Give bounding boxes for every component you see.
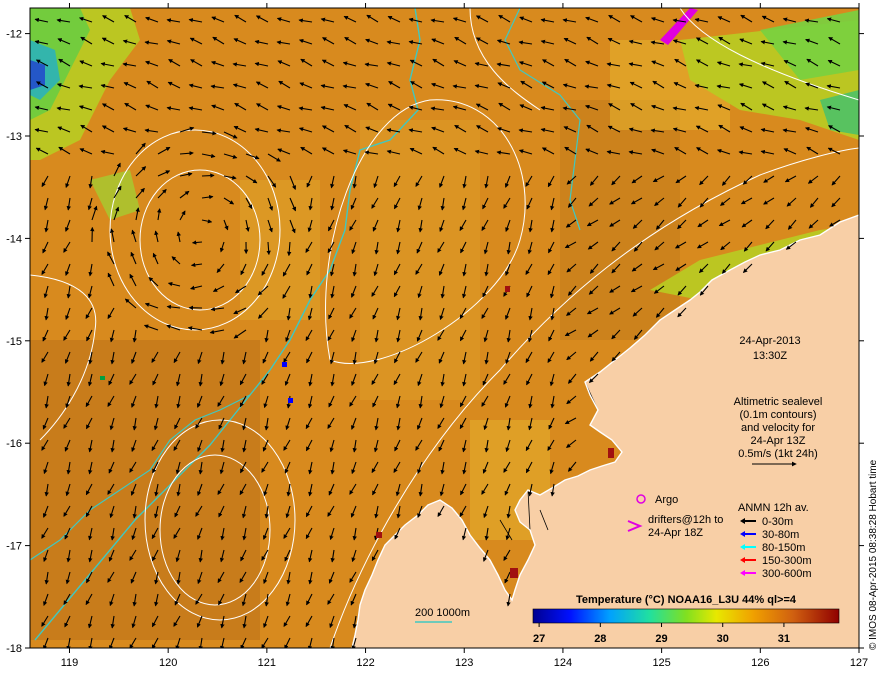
x-tick-label: 121	[258, 657, 276, 669]
y-tick-label: -13	[6, 131, 22, 143]
date-label: 24-Apr-2013	[739, 335, 800, 347]
colorbar-tick-label: 28	[594, 633, 606, 645]
colorbar-tick-label: 27	[533, 633, 545, 645]
depth-legend-label: 150-300m	[762, 555, 812, 567]
depth-legend-label: 0-30m	[762, 516, 793, 528]
velocity-arrow	[201, 173, 215, 178]
x-tick-label: 126	[751, 657, 769, 669]
x-tick-label: 119	[61, 657, 79, 669]
x-tick-label: 123	[455, 657, 473, 669]
colorbar-title: Temperature (°C) NOAA16_L3U 44% ql>=4	[576, 594, 797, 606]
y-tick-label: -18	[6, 643, 22, 655]
svg-text:drifters@12h to: drifters@12h to	[648, 514, 723, 526]
svg-text:and velocity for: and velocity for	[741, 422, 815, 434]
depth-legend-label: 80-150m	[762, 542, 805, 554]
x-tick-label: 127	[850, 657, 868, 669]
colorbar-tick-label: 30	[717, 633, 729, 645]
credit-text: © IMOS 08-Apr-2015 08:38:28 Hobart time	[868, 459, 879, 650]
svg-text:Argo: Argo	[655, 494, 678, 506]
y-tick-label: -15	[6, 336, 22, 348]
altimetry-note: Altimetric sealevel (0.1m contours) and …	[734, 396, 823, 467]
x-tick-label: 122	[356, 657, 374, 669]
time-label: 13:30Z	[753, 350, 788, 362]
svg-text:ANMN 12h av.: ANMN 12h av.	[738, 502, 809, 514]
colorbar-tick-label: 29	[655, 633, 667, 645]
colorbar-ramp	[532, 608, 840, 624]
svg-text:24-Apr 18Z: 24-Apr 18Z	[648, 527, 703, 539]
y-tick-label: -14	[6, 233, 22, 245]
colorbar-tick-label: 31	[778, 633, 790, 645]
depth-legend-label: 300-600m	[762, 568, 812, 580]
svg-text:24-Apr 13Z: 24-Apr 13Z	[750, 435, 805, 447]
y-tick-label: -17	[6, 541, 22, 553]
svg-text:200 1000m: 200 1000m	[415, 607, 470, 619]
x-tick-label: 124	[554, 657, 572, 669]
depth-legend-label: 30-80m	[762, 529, 799, 541]
svg-text:0.5m/s (1kt 24h): 0.5m/s (1kt 24h)	[738, 448, 817, 460]
y-tick-label: -16	[6, 438, 22, 450]
x-tick-label: 120	[159, 657, 177, 669]
y-tick-label: -12	[6, 29, 22, 41]
sst-map-figure: 119 120 121 122 123 124 125 126 127 -12 -13 -14 -15…	[6, 3, 879, 669]
svg-text:Altimetric sealevel: Altimetric sealevel	[734, 396, 823, 408]
svg-text:(0.1m contours): (0.1m contours)	[739, 409, 816, 421]
x-tick-label: 125	[652, 657, 670, 669]
